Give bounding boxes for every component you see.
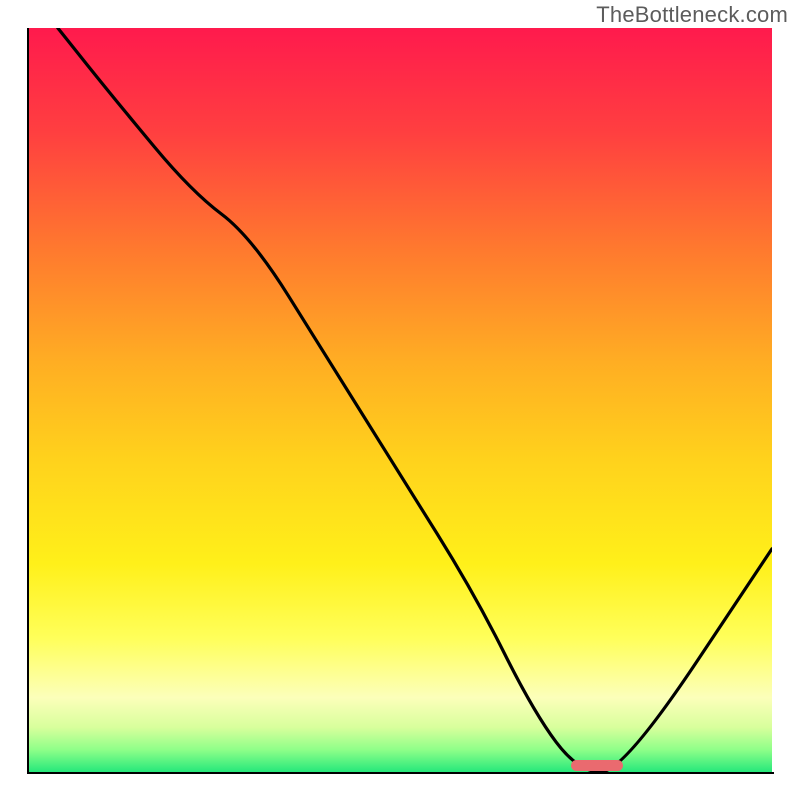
plot-area xyxy=(28,28,772,772)
curve-svg xyxy=(28,28,772,772)
y-axis xyxy=(27,28,29,774)
watermark-text: TheBottleneck.com xyxy=(596,2,788,28)
bottleneck-curve-path xyxy=(58,28,772,772)
x-axis xyxy=(27,772,774,774)
optimal-range-marker xyxy=(571,760,623,771)
bottleneck-chart: TheBottleneck.com xyxy=(0,0,800,800)
